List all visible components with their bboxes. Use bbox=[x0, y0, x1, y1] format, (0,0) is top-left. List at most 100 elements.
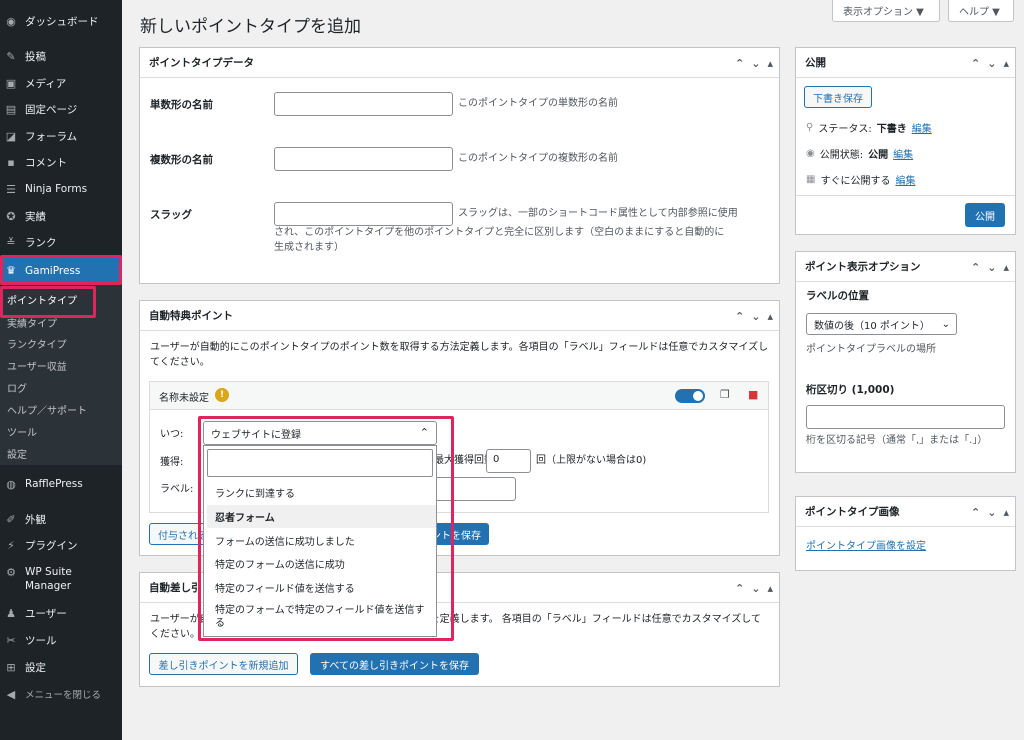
rank-icon: ≚ bbox=[6, 235, 16, 249]
gear-icon: ⚙ bbox=[6, 565, 16, 579]
menu-rafflepress[interactable]: ◍ RafflePress bbox=[0, 472, 122, 496]
settings-icon: ⊞ bbox=[6, 660, 16, 674]
slug-desc-3: 生成されます） bbox=[274, 242, 344, 253]
box-header: ポイント表示オプション ⌃ ⌄ ▴ bbox=[796, 252, 1015, 282]
point-image-box: ポイントタイプ画像 ⌃ ⌄ ▴ bbox=[795, 496, 1016, 571]
submenu-help[interactable]: ヘルプ／サポート bbox=[0, 399, 122, 420]
submenu-rank-types[interactable]: ランクタイプ bbox=[0, 333, 122, 354]
chevron-up-icon[interactable]: ⌃ bbox=[735, 57, 744, 70]
pin-icon: ✎ bbox=[6, 49, 16, 63]
set-image-link[interactable]: ポイントタイプ画像を設定 bbox=[806, 537, 926, 552]
page-title: 新しいポイントタイプを追加 bbox=[140, 17, 361, 37]
chevron-down-icon[interactable]: ⌄ bbox=[751, 310, 760, 323]
plural-label: 複数形の名前 bbox=[150, 154, 213, 166]
raffle-icon: ◍ bbox=[6, 477, 16, 491]
status-row: ⚲ ステータス: 下書き 編集 bbox=[806, 120, 932, 135]
thousands-input[interactable] bbox=[806, 405, 1005, 429]
menu-plugins[interactable]: ⚡ プラグイン bbox=[0, 533, 122, 557]
edit-status-link[interactable]: 編集 bbox=[912, 120, 932, 135]
chevron-down-icon[interactable]: ⌄ bbox=[987, 506, 996, 519]
screen-options-button[interactable]: 表示オプション ▼ bbox=[832, 0, 940, 22]
edit-schedule-link[interactable]: 編集 bbox=[895, 172, 915, 187]
max-suffix: 回（上限がない場合は0) bbox=[536, 455, 647, 466]
toggle-icon[interactable]: ▴ bbox=[767, 582, 773, 595]
submenu-user-earnings[interactable]: ユーザー収益 bbox=[0, 355, 122, 376]
save-draft-button[interactable]: 下書き保存 bbox=[804, 86, 872, 108]
label-label: ラベル: bbox=[160, 484, 194, 495]
thousands-label: 桁区切り (1,000) bbox=[806, 384, 895, 396]
add-deduct-button[interactable]: 差し引きポイントを新規追加 bbox=[149, 653, 298, 675]
plural-input[interactable] bbox=[274, 147, 453, 171]
highlight-gamipress bbox=[0, 255, 122, 285]
publish-button[interactable]: 公開 bbox=[965, 203, 1005, 227]
toggle-switch[interactable] bbox=[675, 389, 705, 403]
toggle-icon[interactable]: ▴ bbox=[1003, 506, 1009, 519]
label-position-select[interactable]: 数値の後（10 ポイント） ⌄ bbox=[806, 313, 957, 335]
warning-icon: ! bbox=[215, 388, 229, 402]
submenu-tools[interactable]: ツール bbox=[0, 421, 122, 442]
divider bbox=[796, 195, 1015, 196]
collapse-icon: ◀ bbox=[6, 687, 16, 701]
plural-desc: このポイントタイプの複数形の名前 bbox=[458, 153, 618, 164]
menu-users[interactable]: ♟ ユーザー bbox=[0, 601, 122, 625]
chevron-up-icon[interactable]: ⌃ bbox=[735, 582, 744, 595]
slug-desc-2: され、このポイントタイプを他のポイントタイプと完全に区別します（空白のままにする… bbox=[274, 227, 725, 238]
award-item-title: 名称未設定 bbox=[159, 393, 209, 404]
menu-dashboard[interactable]: ◉ ダッシュボード bbox=[0, 9, 122, 33]
menu-posts[interactable]: ✎ 投稿 bbox=[0, 44, 122, 68]
menu-appearance[interactable]: ✐ 外観 bbox=[0, 507, 122, 531]
menu-ranks[interactable]: ≚ ランク bbox=[0, 230, 122, 254]
highlight-dropdown bbox=[198, 416, 454, 641]
label-position-desc: ポイントタイプラベルの場所 bbox=[806, 344, 936, 355]
toggle-icon[interactable]: ▴ bbox=[1003, 261, 1009, 274]
brush-icon: ✐ bbox=[6, 512, 16, 526]
slug-input[interactable] bbox=[274, 202, 453, 226]
singular-input[interactable] bbox=[274, 92, 453, 116]
chevron-down-icon[interactable]: ⌄ bbox=[751, 582, 760, 595]
toggle-icon[interactable]: ▴ bbox=[767, 310, 773, 323]
chevron-up-icon[interactable]: ⌃ bbox=[971, 261, 980, 274]
menu-media[interactable]: ▣ メディア bbox=[0, 71, 122, 95]
chevron-down-icon[interactable]: ⌄ bbox=[751, 57, 760, 70]
earn-label: 獲得: bbox=[160, 457, 184, 468]
duplicate-icon[interactable]: ❐ bbox=[720, 388, 730, 401]
singular-desc: このポイントタイプの単数形の名前 bbox=[458, 98, 618, 109]
chevron-up-icon[interactable]: ⌃ bbox=[971, 506, 980, 519]
menu-forum[interactable]: ◪ フォーラム bbox=[0, 124, 122, 148]
menu-tools[interactable]: ✂ ツール bbox=[0, 628, 122, 652]
eye-icon: ◉ bbox=[806, 148, 815, 159]
max-input[interactable]: 0 bbox=[486, 449, 531, 473]
chevron-down-icon[interactable]: ⌄ bbox=[987, 57, 996, 70]
submenu-logs[interactable]: ログ bbox=[0, 377, 122, 398]
box-header: 公開 ⌃ ⌄ ▴ bbox=[796, 48, 1015, 78]
box-header: 自動特典ポイント ⌃ ⌄ ▴ bbox=[140, 301, 779, 331]
save-deducts-button[interactable]: すべての差し引きポイントを保存 bbox=[310, 653, 479, 675]
forum-icon: ◪ bbox=[5, 129, 17, 143]
menu-settings[interactable]: ⊞ 設定 bbox=[0, 655, 122, 679]
admin-sidebar: ◉ ダッシュボード ✎ 投稿 ▣ メディア ▤ 固定ページ ◪ フォーラム ▪ コメント ☰… bbox=[0, 0, 122, 740]
calendar-icon: ▦ bbox=[806, 174, 816, 185]
slug-desc-1: スラッグは、一部のショートコード属性として内部参照に使用 bbox=[458, 208, 738, 219]
visibility-row: ◉ 公開状態: 公開 編集 bbox=[806, 146, 914, 161]
menu-pages[interactable]: ▤ 固定ページ bbox=[0, 97, 122, 121]
help-button[interactable]: ヘルプ ▼ bbox=[948, 0, 1014, 22]
auto-award-desc: ユーザーが自動的にこのポイントタイプのポイント数を取得する方法定義します。各項目… bbox=[150, 342, 769, 368]
menu-ninja-forms[interactable]: ☰ Ninja Forms bbox=[0, 177, 122, 201]
chevron-up-icon[interactable]: ⌃ bbox=[971, 57, 980, 70]
chevron-up-icon[interactable]: ⌃ bbox=[735, 310, 744, 323]
schedule-row: ▦ すぐに公開する 編集 bbox=[806, 172, 916, 187]
toggle-icon[interactable]: ▴ bbox=[767, 57, 773, 70]
menu-achievements[interactable]: ✪ 実績 bbox=[0, 204, 122, 228]
trash-icon[interactable]: ■ bbox=[748, 388, 758, 401]
chevron-down-icon[interactable]: ⌄ bbox=[987, 261, 996, 274]
award-item-header: 名称未設定 ! ❐ ■ bbox=[150, 382, 768, 410]
toggle-icon[interactable]: ▴ bbox=[1003, 57, 1009, 70]
submenu-settings[interactable]: 設定 bbox=[0, 443, 122, 464]
menu-comments[interactable]: ▪ コメント bbox=[0, 150, 122, 174]
menu-wp-suite[interactable]: ⚙ WP Suite Manager bbox=[0, 565, 122, 595]
collapse-menu[interactable]: ◀ メニューを閉じる bbox=[0, 682, 122, 706]
box-header: ポイントタイプデータ ⌃ ⌄ ▴ bbox=[140, 48, 779, 78]
edit-visibility-link[interactable]: 編集 bbox=[893, 146, 913, 161]
slug-label: スラッグ bbox=[150, 209, 192, 221]
forms-icon: ☰ bbox=[6, 182, 16, 196]
